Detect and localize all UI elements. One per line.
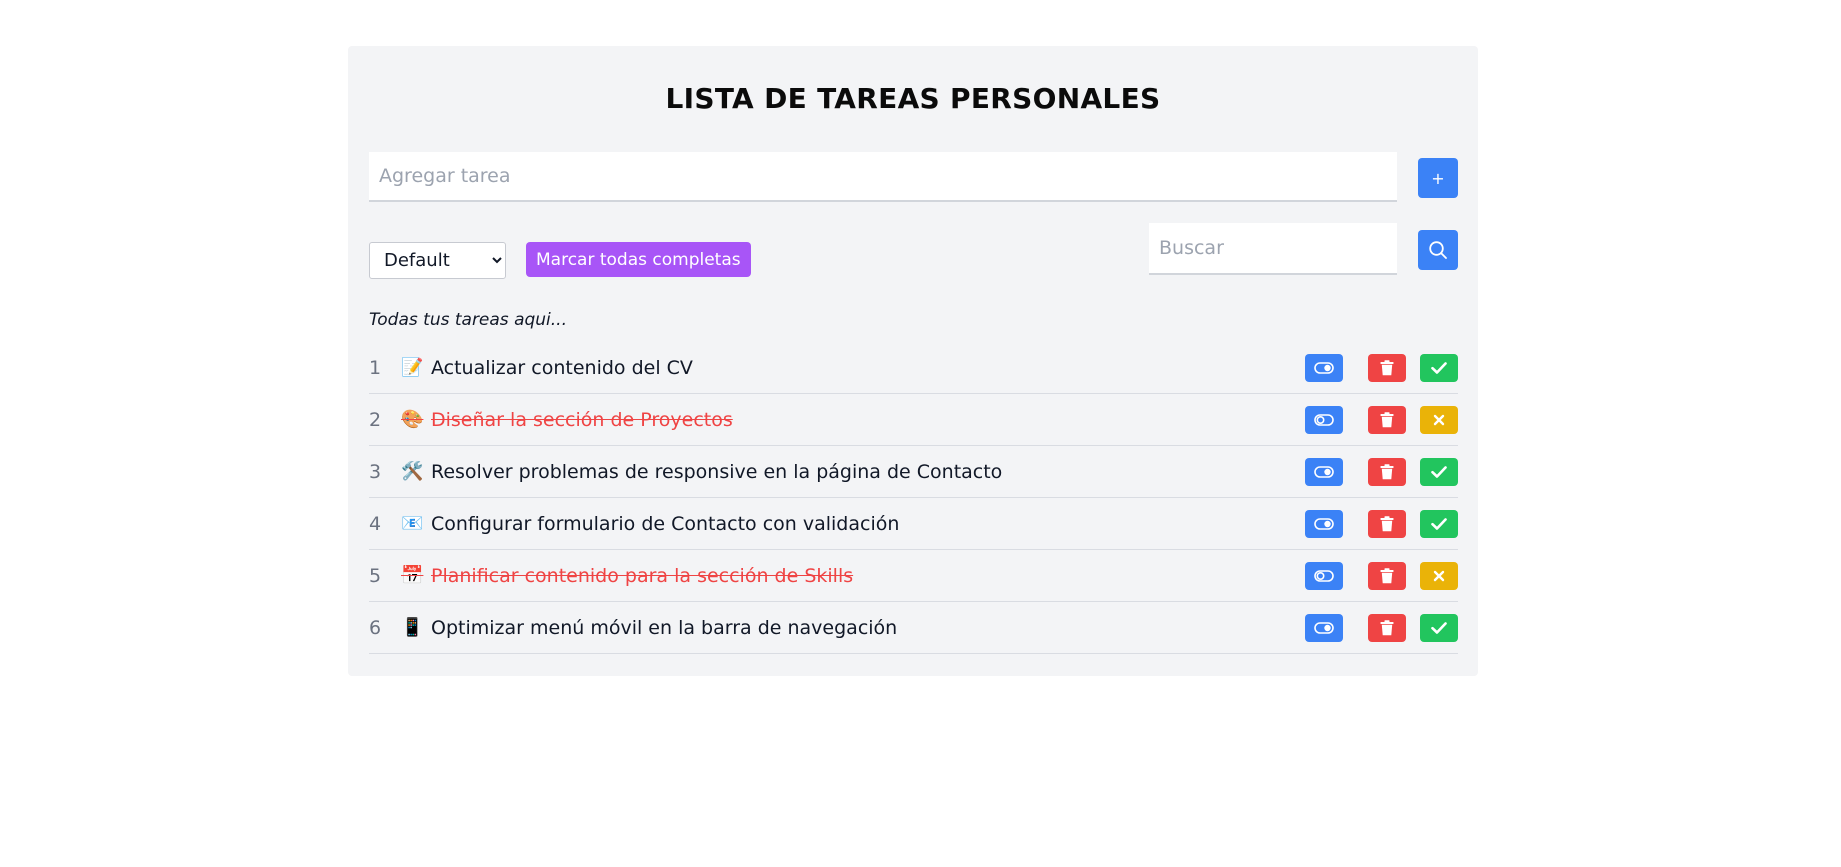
task-number: 4 <box>369 512 382 535</box>
delete-task-button[interactable] <box>1368 457 1406 486</box>
task-text[interactable]: Actualizar contenido del CV <box>431 357 693 379</box>
check-icon <box>1431 621 1447 634</box>
task-number: 2 <box>369 408 382 431</box>
search-button[interactable] <box>1418 230 1458 270</box>
toggle-task-button[interactable] <box>1305 509 1343 538</box>
toggle-task-button[interactable] <box>1305 405 1343 434</box>
task-text[interactable]: Configurar formulario de Contacto con va… <box>431 513 899 535</box>
task-actions <box>1305 457 1458 486</box>
task-number: 6 <box>369 616 382 639</box>
check-icon <box>1431 465 1447 478</box>
task-emoji-icon: 📧 <box>401 512 424 534</box>
task-list: 1 📝 Actualizar contenido del CV 2 🎨 Dise… <box>369 342 1458 654</box>
toggle-on-icon <box>1314 361 1334 374</box>
trash-icon <box>1380 515 1394 531</box>
x-icon <box>1433 570 1445 581</box>
task-row: 3 🛠️ Resolver problemas de responsive en… <box>369 446 1458 498</box>
search-input[interactable] <box>1149 223 1397 275</box>
task-row: 1 📝 Actualizar contenido del CV <box>369 342 1458 394</box>
toggle-on-icon <box>1314 517 1334 530</box>
toggle-off-icon <box>1314 413 1334 426</box>
uncomplete-task-button[interactable] <box>1420 405 1458 434</box>
task-emoji-icon: 📝 <box>401 356 424 378</box>
todo-panel: LISTA DE TAREAS PERSONALES + Default Mar… <box>348 46 1478 676</box>
task-text[interactable]: Optimizar menú móvil en la barra de nave… <box>431 617 897 639</box>
list-subtitle: Todas tus tareas aqui... <box>369 310 567 330</box>
task-row: 6 📱 Optimizar menú móvil en la barra de … <box>369 602 1458 654</box>
task-row: 4 📧 Configurar formulario de Contacto co… <box>369 498 1458 550</box>
task-actions <box>1305 353 1458 382</box>
complete-task-button[interactable] <box>1420 457 1458 486</box>
complete-task-button[interactable] <box>1420 509 1458 538</box>
page-title: LISTA DE TAREAS PERSONALES <box>665 82 1161 115</box>
toggle-on-icon <box>1314 465 1334 478</box>
task-emoji-icon: 🎨 <box>401 408 424 430</box>
toggle-off-icon <box>1314 569 1334 582</box>
uncomplete-task-button[interactable] <box>1420 561 1458 590</box>
task-actions <box>1305 509 1458 538</box>
task-actions <box>1305 613 1458 642</box>
trash-icon <box>1380 411 1394 427</box>
add-task-button[interactable]: + <box>1418 158 1458 198</box>
toggle-on-icon <box>1314 621 1334 634</box>
toggle-task-button[interactable] <box>1305 613 1343 642</box>
check-icon <box>1431 361 1447 374</box>
trash-icon <box>1380 567 1394 583</box>
delete-task-button[interactable] <box>1368 353 1406 382</box>
sort-select[interactable]: Default <box>369 242 506 279</box>
task-row: 2 🎨 Diseñar la sección de Proyectos <box>369 394 1458 446</box>
task-number: 1 <box>369 356 382 379</box>
task-number: 5 <box>369 564 382 587</box>
delete-task-button[interactable] <box>1368 509 1406 538</box>
trash-icon <box>1380 619 1394 635</box>
complete-task-button[interactable] <box>1420 353 1458 382</box>
task-actions <box>1305 561 1458 590</box>
search-icon <box>1429 241 1447 259</box>
task-row: 5 📅 Planificar contenido para la sección… <box>369 550 1458 602</box>
trash-icon <box>1380 359 1394 375</box>
task-number: 3 <box>369 460 382 483</box>
delete-task-button[interactable] <box>1368 405 1406 434</box>
toggle-task-button[interactable] <box>1305 561 1343 590</box>
task-text[interactable]: Diseñar la sección de Proyectos <box>431 409 733 431</box>
toggle-task-button[interactable] <box>1305 353 1343 382</box>
task-emoji-icon: 📅 <box>401 564 424 586</box>
mark-all-complete-button[interactable]: Marcar todas completas <box>526 242 751 277</box>
check-icon <box>1431 517 1447 530</box>
complete-task-button[interactable] <box>1420 613 1458 642</box>
task-text[interactable]: Resolver problemas de responsive en la p… <box>431 461 1002 483</box>
add-task-input[interactable] <box>369 152 1397 202</box>
delete-task-button[interactable] <box>1368 613 1406 642</box>
x-icon <box>1433 414 1445 425</box>
trash-icon <box>1380 463 1394 479</box>
task-emoji-icon: 📱 <box>401 616 424 638</box>
task-actions <box>1305 405 1458 434</box>
toggle-task-button[interactable] <box>1305 457 1343 486</box>
task-text[interactable]: Planificar contenido para la sección de … <box>431 565 853 587</box>
delete-task-button[interactable] <box>1368 561 1406 590</box>
task-emoji-icon: 🛠️ <box>401 460 424 482</box>
